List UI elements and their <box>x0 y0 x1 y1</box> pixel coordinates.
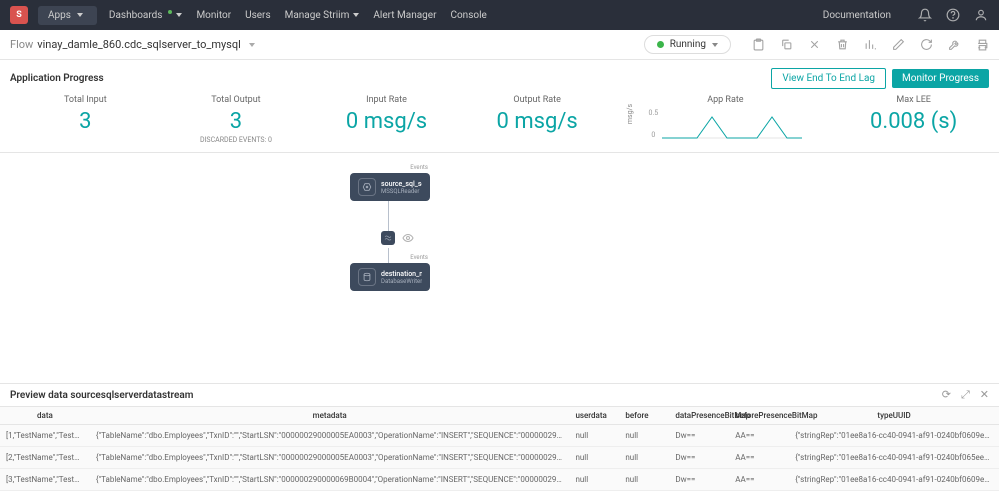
delete-icon[interactable] <box>835 38 849 52</box>
table-row[interactable]: [3,"TestName","TestFName",10]{"TableName… <box>0 469 999 491</box>
progress-title: Application Progress <box>10 73 104 84</box>
preview-table: data metadata userdata before dataPresen… <box>0 407 999 491</box>
metric-max-lee: Max LEE 0.008 (s) <box>838 95 989 144</box>
cell-typeUUID: {"stringRep":"01ee8a16-cc40-0941-af91-02… <box>789 447 999 469</box>
cell-beforePresenceBitMap: AA== <box>729 447 789 469</box>
table-row[interactable]: [2,"TestName","TestFName",20]{"TableName… <box>0 447 999 469</box>
col-typeuuid[interactable]: typeUUID <box>789 407 999 425</box>
user-icon[interactable] <box>973 7 989 23</box>
chevron-down-icon <box>77 13 83 17</box>
chevron-down-icon <box>176 13 182 17</box>
cell-typeUUID: {"stringRep":"01ee8a16-cc40-0941-af91-02… <box>789 469 999 491</box>
wrench-icon[interactable] <box>947 38 961 52</box>
cell-beforePresenceBitMap: AA== <box>729 425 789 447</box>
nav-users[interactable]: Users <box>245 10 271 21</box>
cell-before: null <box>619 469 669 491</box>
metric-input-rate: Input Rate 0 msg/s <box>311 95 462 144</box>
refresh-icon[interactable] <box>919 38 933 52</box>
chevron-down-icon[interactable] <box>249 43 255 47</box>
preview-panel: Preview data sourcesqlserverdatastream ⟳… <box>0 383 999 491</box>
cell-metadata: {"TableName":"dbo.Employees","TxnID":"",… <box>90 447 570 469</box>
col-data[interactable]: data <box>0 407 90 425</box>
metric-output-rate: Output Rate 0 msg/s <box>462 95 613 144</box>
chart-icon[interactable] <box>863 38 877 52</box>
cell-dataPresenceBitMap: Dw== <box>669 447 729 469</box>
copy-icon[interactable] <box>779 38 793 52</box>
expand-icon[interactable]: ⤢ <box>961 388 970 402</box>
cell-data: [3,"TestName","TestFName",10] <box>0 469 90 491</box>
status-chip[interactable]: Running <box>644 35 731 54</box>
cell-data: [1,"TestName","TestFName",10] <box>0 425 90 447</box>
documentation-link[interactable]: Documentation <box>823 10 891 21</box>
preview-title: Preview data sourcesqlserverdatastream <box>10 390 942 401</box>
cell-userdata: null <box>569 469 619 491</box>
cell-before: null <box>619 425 669 447</box>
nav-alert-manager[interactable]: Alert Manager <box>373 10 436 21</box>
nav-dashboards[interactable]: Dashboards <box>109 10 183 21</box>
metric-total-input: Total Input 3 <box>10 95 161 144</box>
view-lag-button[interactable]: View End To End Lag <box>771 68 886 89</box>
node-source[interactable]: Events source_sql_server MSSQLReader <box>350 173 430 201</box>
chevron-down-icon <box>712 43 718 47</box>
canvas[interactable]: Events source_sql_server MSSQLReader Eve… <box>0 153 999 383</box>
node-destination[interactable]: Events destination_mysql DatabaseWriter <box>350 263 430 291</box>
refresh-icon[interactable]: ⟳ <box>942 388 951 402</box>
status-text: Running <box>670 39 706 50</box>
cell-userdata: null <box>569 447 619 469</box>
bell-icon[interactable] <box>917 7 933 23</box>
progress-section: Application Progress View End To End Lag… <box>0 60 999 153</box>
help-icon[interactable] <box>945 7 961 23</box>
table-row[interactable]: [1,"TestName","TestFName",10]{"TableName… <box>0 425 999 447</box>
node-stream[interactable] <box>381 231 415 245</box>
stream-icon <box>381 231 395 245</box>
metric-app-rate: App Rate 0.5 0 msg/s <box>612 95 838 144</box>
topbar: S Apps Dashboards Monitor Users Manage S… <box>0 0 999 30</box>
cell-metadata: {"TableName":"dbo.Employees","TxnID":"",… <box>90 469 570 491</box>
cell-beforePresenceBitMap: AA== <box>729 469 789 491</box>
close-icon[interactable]: ✕ <box>980 388 989 402</box>
apps-menu[interactable]: Apps <box>38 6 97 25</box>
badge-icon <box>168 10 172 14</box>
apps-label: Apps <box>48 10 71 21</box>
db-icon <box>358 178 376 196</box>
cell-data: [2,"TestName","TestFName",20] <box>0 447 90 469</box>
flow-label: Flow <box>10 38 33 51</box>
flowbar: Flow vinay_damle_860.cdc_sqlserver_to_my… <box>0 30 999 60</box>
cell-dataPresenceBitMap: Dw== <box>669 469 729 491</box>
chevron-down-icon <box>353 13 359 17</box>
clipboard-icon[interactable] <box>751 38 765 52</box>
status-dot-icon <box>657 41 664 48</box>
edit-icon[interactable] <box>891 38 905 52</box>
col-metadata[interactable]: metadata <box>90 407 570 425</box>
col-before[interactable]: before <box>619 407 669 425</box>
col-beforepresence[interactable]: beforePresenceBitMap <box>729 407 789 425</box>
nav-manage[interactable]: Manage Striim <box>285 10 360 21</box>
col-userdata[interactable]: userdata <box>569 407 619 425</box>
nav-console[interactable]: Console <box>450 10 486 21</box>
print-icon[interactable] <box>975 38 989 52</box>
cell-dataPresenceBitMap: Dw== <box>669 425 729 447</box>
sparkline-chart <box>662 109 802 139</box>
col-datapresence[interactable]: dataPresenceBitMap <box>669 407 729 425</box>
eye-icon[interactable] <box>401 231 415 245</box>
flow-name: vinay_damle_860.cdc_sqlserver_to_mysql <box>37 38 240 51</box>
brand-logo: S <box>10 6 28 24</box>
toolbar <box>751 38 989 52</box>
close-icon[interactable] <box>807 38 821 52</box>
monitor-progress-button[interactable]: Monitor Progress <box>892 69 989 88</box>
cell-metadata: {"TableName":"dbo.Employees","TxnID":"",… <box>90 425 570 447</box>
metric-total-output: Total Output 3 DISCARDED EVENTS: 0 <box>161 95 312 144</box>
table-header-row: data metadata userdata before dataPresen… <box>0 407 999 425</box>
cell-typeUUID: {"stringRep":"01ee8a16-cc40-0941-af91-02… <box>789 425 999 447</box>
db-icon <box>358 268 376 286</box>
cell-before: null <box>619 447 669 469</box>
cell-userdata: null <box>569 425 619 447</box>
nav-monitor[interactable]: Monitor <box>196 10 231 21</box>
